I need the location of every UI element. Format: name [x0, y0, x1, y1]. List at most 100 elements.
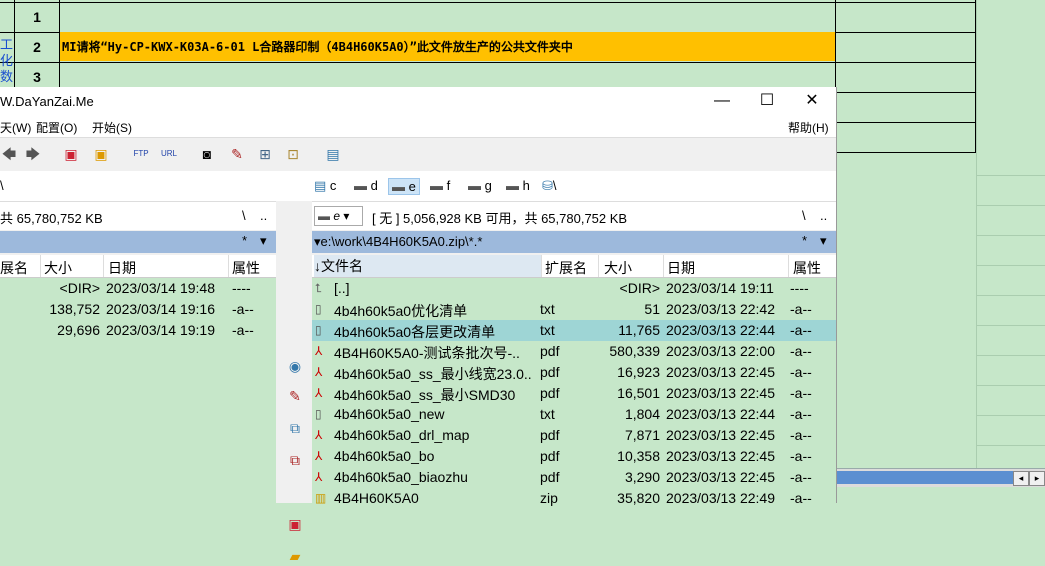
title-bar: W.DaYanZai.Me — ☐ ✕ [0, 87, 836, 115]
file-name: 4b4h60k5a0_drl_map [334, 427, 470, 443]
file-ext: txt [540, 322, 555, 338]
file-row[interactable]: ▥ 4B4H60K5A0 zip 35,820 2023/03/13 22:49 -a-- [312, 488, 836, 509]
horizontal-scrollbar[interactable]: ◂ ▸ [837, 468, 1045, 487]
file-date: 2023/03/13 22:00 [666, 343, 775, 359]
file-row[interactable]: ⅄ 4b4h60k5a0_ss_最小线宽23.0.. pdf 16,923 2023/0… [312, 362, 836, 383]
menu-item-window[interactable]: 天(W) [0, 119, 31, 136]
parent-button[interactable]: .. [820, 208, 827, 223]
col-ext[interactable]: 扩展名 [545, 258, 587, 278]
file-name: 4b4h60k5a0各层更改清单 [334, 324, 496, 340]
drive-bar: \ ▤ c ▬ d ▬ e ▬ f ▬ g ▬ h ⛁\ [0, 171, 836, 201]
file-name: [..] [334, 280, 350, 296]
sync-icon[interactable]: ⊞ [256, 145, 274, 163]
file-attr: ---- [790, 280, 809, 296]
scroll-right-button[interactable]: ▸ [1029, 471, 1045, 486]
menu-item-config[interactable]: 配置(O) [36, 119, 77, 136]
parent-button[interactable]: .. [260, 208, 267, 223]
file-row[interactable]: ▯ 4b4h60k5a0_new txt 1,804 2023/03/13 22:44-… [312, 404, 836, 425]
file-row[interactable]: ⅄ 4b4h60k5a0_biaozhu pdf 3,290 2023/03/13 22… [312, 467, 836, 488]
list-item[interactable]: 29,696 2023/03/14 19:19 -a-- [0, 320, 276, 341]
history-dropdown[interactable]: ▾ [820, 233, 827, 249]
history-dropdown[interactable]: ▾ [260, 233, 267, 249]
filter-button[interactable]: * [242, 233, 247, 248]
col-name[interactable]: ↓文件名 [314, 255, 542, 277]
pack-icon[interactable]: ▣ [62, 145, 80, 163]
drive-e-button[interactable]: ▬ e [388, 178, 420, 195]
rename-icon[interactable]: ✎ [228, 145, 246, 163]
file-size: 10,358 [617, 448, 660, 464]
file-date: 2023/03/13 22:42 [666, 301, 775, 317]
col-size[interactable]: 大小 [604, 258, 632, 278]
pdf-file-icon: ⅄ [315, 365, 323, 379]
file-attr: -a-- [790, 343, 812, 359]
file-attr: -a-- [790, 406, 812, 422]
binoculars-icon[interactable]: ◙ [198, 145, 216, 163]
edit-icon[interactable]: ✎ [286, 388, 304, 406]
file-date: 2023/03/13 22:45 [666, 427, 775, 443]
close-button[interactable]: ✕ [790, 87, 834, 115]
col-size[interactable]: 大小 [44, 258, 72, 278]
root-button[interactable]: \ [242, 208, 246, 223]
pdf-file-icon: ⅄ [315, 386, 323, 400]
file-attr: -a-- [790, 448, 812, 464]
url-icon[interactable]: URL [160, 145, 178, 163]
file-name: 4b4h60k5a0_biaozhu [334, 469, 468, 485]
copy-icon[interactable]: ⧉ [286, 420, 304, 438]
right-free-space: [ 无 ] 5,056,928 KB 可用，共 65,780,752 KB [372, 211, 628, 226]
ftp-icon[interactable]: FTP [132, 145, 150, 163]
drive-f-button[interactable]: ▬ f [430, 178, 450, 193]
file-ext: pdf [540, 469, 560, 485]
row-number: 1 [33, 9, 41, 25]
view-icon[interactable]: ◉ [286, 358, 304, 376]
file-row[interactable]: ⅄ 4B4H60K5A0-测试条批次号-.. pdf 580,339 2023/03/1… [312, 341, 836, 362]
pack-icon[interactable]: ▣ [286, 516, 304, 534]
compare-icon[interactable]: ⊡ [284, 145, 302, 163]
file-row[interactable]: ▯ 4b4h60k5a0各层更改清单 txt 11,765 2023/03/13 22:… [312, 320, 836, 341]
col-ext[interactable]: 展名 [0, 258, 28, 278]
col-date[interactable]: 日期 [667, 258, 695, 278]
drive-c-button[interactable]: ▤ c [314, 178, 336, 194]
drive-g-button[interactable]: ▬ g [468, 178, 492, 193]
file-row[interactable]: ⮤ [..] <DIR> 2023/03/14 19:11 ---- [312, 278, 836, 299]
network-drive-button[interactable]: ⛁\ [542, 178, 557, 194]
text-file-icon: ▯ [315, 407, 322, 421]
text-file-icon: ▯ [315, 323, 322, 337]
maximize-button[interactable]: ☐ [745, 87, 789, 115]
list-item[interactable]: 138,752 2023/03/14 19:16 -a-- [0, 299, 276, 320]
scroll-left-button[interactable]: ◂ [1013, 471, 1029, 486]
file-row[interactable]: ⅄ 4b4h60k5a0_ss_最小SMD30 pdf 16,501 2023/03/1… [312, 383, 836, 404]
filter-button[interactable]: * [802, 233, 807, 248]
menu-item-start[interactable]: 开始(S) [92, 119, 132, 136]
drive-d-button[interactable]: ▬ d [354, 178, 378, 193]
back-icon[interactable]: 🡄 [0, 145, 18, 163]
cell-instruction-text[interactable]: MI请将“Hy-CP-KWX-K03A-6-01 L合路器印制（4B4H60K5… [62, 38, 573, 55]
side-text: 数 [0, 69, 14, 84]
col-attr[interactable]: 属性 [793, 258, 821, 278]
unpack-icon[interactable]: ▣ [92, 145, 110, 163]
move-icon[interactable]: ⧉ [286, 452, 304, 470]
col-date[interactable]: 日期 [108, 258, 136, 278]
file-row[interactable]: ▯ 4b4h60k5a0优化清单 txt 51 2023/03/13 22:42 -a-- [312, 299, 836, 320]
file-ext: pdf [540, 448, 560, 464]
list-item[interactable]: <DIR> 2023/03/14 19:48 ---- [0, 278, 276, 299]
notepad-icon[interactable]: ▤ [324, 145, 342, 163]
minimize-button[interactable]: — [700, 87, 744, 115]
file-attr: -a-- [790, 301, 812, 317]
file-name: 4b4h60k5a0_bo [334, 448, 435, 464]
file-size: 3,290 [624, 469, 660, 485]
file-size: 7,871 [624, 427, 660, 443]
menu-item-help[interactable]: 帮助(H) [788, 119, 829, 136]
forward-icon[interactable]: 🡆 [24, 145, 42, 163]
col-attr[interactable]: 属性 [232, 258, 260, 278]
drive-select[interactable]: ▬ e ▾ [314, 206, 363, 226]
file-attr: -a-- [790, 322, 812, 338]
text-file-icon: ▯ [315, 302, 322, 316]
drive-h-button[interactable]: ▬ h [506, 178, 530, 193]
root-button[interactable]: \ [802, 208, 806, 223]
file-attr: -a-- [790, 490, 812, 506]
file-row[interactable]: ⅄ 4b4h60k5a0_bo pdf 10,358 2023/03/13 22:45-… [312, 446, 836, 467]
new-folder-icon[interactable]: ▰ [286, 548, 304, 566]
pdf-file-icon: ⅄ [315, 428, 323, 442]
file-name: 4B4H60K5A0 [334, 490, 419, 506]
file-row[interactable]: ⅄ 4b4h60k5a0_drl_map pdf 7,871 2023/03/13 22… [312, 425, 836, 446]
